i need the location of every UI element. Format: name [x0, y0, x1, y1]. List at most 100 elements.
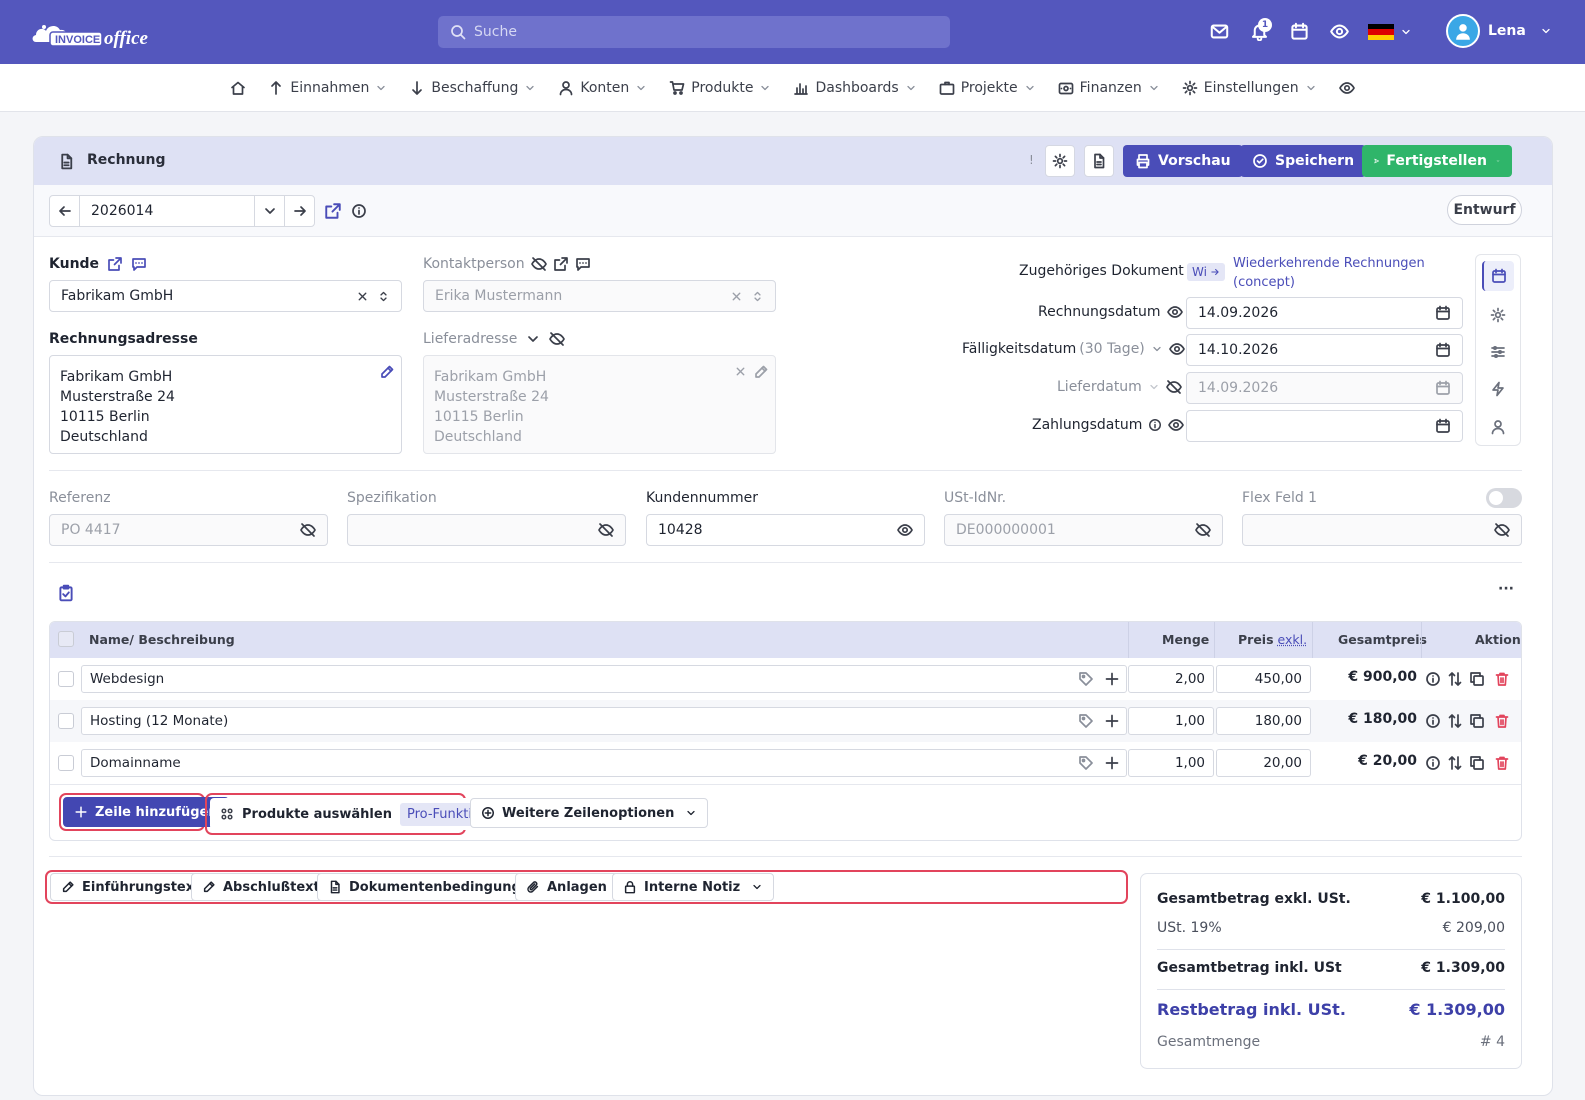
user-icon[interactable]: [1490, 419, 1506, 435]
edit-icon[interactable]: [753, 364, 769, 380]
swap-icon[interactable]: [1447, 755, 1463, 771]
row-checkbox[interactable]: [58, 671, 74, 687]
eye-icon[interactable]: [1169, 341, 1185, 357]
save-button[interactable]: Speichern: [1240, 145, 1367, 177]
nav-finanzen[interactable]: Finanzen: [1058, 80, 1160, 96]
nav-beschaffung[interactable]: Beschaffung: [409, 80, 536, 96]
tag-icon[interactable]: [1078, 755, 1094, 771]
next-doc-button[interactable]: [284, 196, 314, 226]
nav-dashboards[interactable]: Dashboards: [793, 80, 916, 96]
info-icon[interactable]: [351, 203, 367, 219]
zug-dok-tag[interactable]: Wi: [1187, 263, 1225, 281]
plus-icon[interactable]: [1104, 755, 1120, 771]
swap-icon[interactable]: [1447, 713, 1463, 729]
settings-button[interactable]: [1045, 145, 1075, 177]
app-logo[interactable]: INVOICE office: [30, 14, 180, 50]
calendar-icon[interactable]: [1290, 22, 1309, 41]
attachments-button[interactable]: Anlagen: [515, 873, 618, 901]
closing-text-button[interactable]: Abschlußtext: [191, 873, 331, 901]
quantity-input[interactable]: 1,00: [1128, 707, 1214, 735]
language-selector[interactable]: [1368, 24, 1412, 40]
external-link-icon[interactable]: [553, 256, 569, 272]
price-input[interactable]: 450,00: [1216, 665, 1311, 693]
external-link-icon[interactable]: [107, 256, 123, 272]
kunde-select[interactable]: Fabrikam GmbH: [49, 280, 402, 312]
eye-off-icon[interactable]: [549, 331, 565, 347]
plus-icon[interactable]: [1104, 671, 1120, 687]
prev-doc-button[interactable]: [50, 196, 80, 226]
quantity-input[interactable]: 2,00: [1128, 665, 1214, 693]
tag-icon[interactable]: [1078, 713, 1094, 729]
copy-icon[interactable]: [1469, 713, 1485, 729]
zug-dok-link[interactable]: Wiederkehrende Rechnungen (concept): [1233, 254, 1425, 292]
eye-icon[interactable]: [1167, 304, 1183, 320]
finish-button[interactable]: Fertigstellen: [1362, 145, 1512, 177]
eye-icon[interactable]: [1168, 417, 1184, 433]
copy-icon[interactable]: [1469, 755, 1485, 771]
info-icon[interactable]: [1425, 671, 1441, 687]
intro-text-button[interactable]: Einführungstext: [50, 873, 212, 901]
external-link-icon[interactable]: [324, 202, 342, 220]
quantity-input[interactable]: 1,00: [1128, 749, 1214, 777]
search-input[interactable]: Suche: [438, 16, 950, 48]
price-input[interactable]: 180,00: [1216, 707, 1311, 735]
gear-icon[interactable]: [1490, 307, 1506, 323]
eye-off-icon[interactable]: [531, 256, 547, 272]
nav-einstellungen[interactable]: Einstellungen: [1182, 80, 1317, 96]
info-icon[interactable]: [1148, 418, 1162, 432]
item-name-input[interactable]: Hosting (12 Monate): [81, 707, 1127, 735]
more-row-options-button[interactable]: Weitere Zeilenoptionen: [470, 798, 709, 828]
lieferadresse-box[interactable]: Fabrikam GmbH Musterstraße 24 10115 Berl…: [423, 355, 776, 454]
chat-icon[interactable]: [131, 256, 147, 272]
zahlungsdatum-input[interactable]: [1186, 410, 1463, 442]
rechnungsdatum-input[interactable]: 14.09.2026: [1186, 297, 1463, 329]
user-menu[interactable]: Lena: [1446, 14, 1552, 48]
eye-off-icon[interactable]: [300, 522, 316, 538]
calendar-icon[interactable]: [1435, 342, 1451, 358]
nav-einnahmen[interactable]: Einnahmen: [268, 80, 387, 96]
edit-icon[interactable]: [379, 364, 395, 380]
side-tab-dates[interactable]: [1482, 261, 1514, 291]
trash-icon[interactable]: [1494, 755, 1510, 771]
flex-input[interactable]: [1242, 514, 1522, 546]
swap-icon[interactable]: [1447, 671, 1463, 687]
kontakt-select[interactable]: Erika Mustermann: [423, 280, 776, 312]
lieferdatum-input[interactable]: 14.09.2026: [1186, 372, 1463, 404]
item-name-input[interactable]: Webdesign: [81, 665, 1127, 693]
chevron-down-icon[interactable]: [525, 331, 541, 347]
doc-number-dropdown[interactable]: [254, 196, 284, 226]
nav-konten[interactable]: Konten: [558, 80, 647, 96]
chat-icon[interactable]: [575, 256, 591, 272]
nav-visibility[interactable]: [1339, 80, 1355, 96]
bolt-icon[interactable]: [1490, 381, 1506, 397]
row-checkbox[interactable]: [58, 755, 74, 771]
eye-icon[interactable]: [897, 522, 913, 538]
sliders-icon[interactable]: [1490, 344, 1506, 360]
ust-input[interactable]: DE000000001: [944, 514, 1223, 546]
clear-icon[interactable]: [356, 290, 369, 303]
mail-icon[interactable]: [1210, 22, 1229, 41]
nav-produkte[interactable]: Produkte: [669, 80, 771, 96]
rechnungsadresse-box[interactable]: Fabrikam GmbH Musterstraße 24 10115 Berl…: [49, 355, 402, 454]
eye-off-icon[interactable]: [598, 522, 614, 538]
add-row-button[interactable]: Zeile hinzufügen: [63, 797, 229, 827]
nav-home[interactable]: [230, 80, 246, 96]
kundennummer-input[interactable]: 10428: [646, 514, 925, 546]
chevron-down-icon[interactable]: [1151, 343, 1163, 355]
clipboard-icon[interactable]: [57, 584, 75, 602]
select-products-button[interactable]: Produkte auswählen Pro-Funktion: [210, 798, 506, 830]
calendar-icon[interactable]: [1435, 305, 1451, 321]
price-input[interactable]: 20,00: [1216, 749, 1311, 777]
select-all-checkbox[interactable]: [58, 631, 74, 647]
info-icon[interactable]: [1425, 755, 1441, 771]
preview-button[interactable]: Vorschau: [1123, 145, 1243, 177]
plus-icon[interactable]: [1104, 713, 1120, 729]
nav-projekte[interactable]: Projekte: [939, 80, 1036, 96]
faellig-input[interactable]: 14.10.2026: [1186, 334, 1463, 366]
item-name-input[interactable]: Domainname: [81, 749, 1127, 777]
clear-icon[interactable]: [734, 365, 747, 378]
row-checkbox[interactable]: [58, 713, 74, 729]
calendar-icon[interactable]: [1435, 418, 1451, 434]
trash-icon[interactable]: [1494, 671, 1510, 687]
referenz-input[interactable]: PO 4417: [49, 514, 328, 546]
